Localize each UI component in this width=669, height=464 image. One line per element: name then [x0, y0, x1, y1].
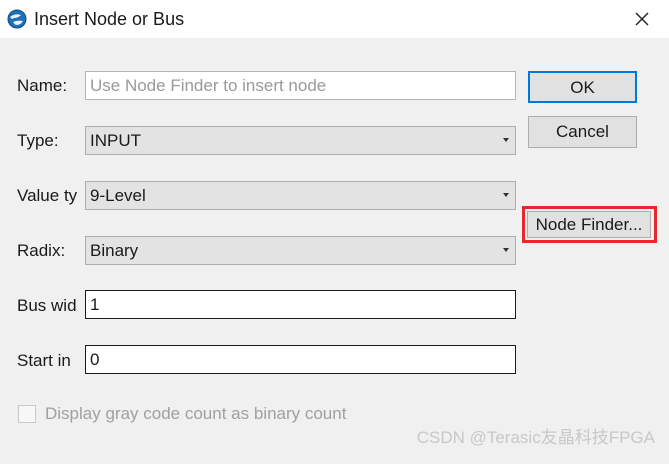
name-label: Name:	[17, 76, 68, 95]
gray-code-checkbox[interactable]	[18, 405, 36, 423]
value-type-select[interactable]: 9-Level	[85, 181, 516, 210]
quartus-globe-icon	[7, 9, 27, 29]
start-index-label: Start in	[17, 351, 71, 370]
value-type-label: Value ty	[17, 186, 77, 205]
insert-node-dialog: Insert Node or Bus Name: Use Node Finder…	[0, 0, 669, 464]
radix-selected-value: Binary	[90, 241, 139, 260]
type-select[interactable]: INPUT	[85, 126, 516, 155]
start-index-input[interactable]: 0	[85, 345, 516, 374]
bus-width-label: Bus wid	[17, 296, 77, 315]
ok-button[interactable]: OK	[528, 71, 637, 103]
chevron-down-icon	[503, 193, 509, 197]
radix-label: Radix:	[17, 241, 66, 260]
node-finder-button[interactable]: Node Finder...	[527, 211, 651, 238]
type-selected-value: INPUT	[90, 131, 141, 150]
chevron-down-icon	[503, 248, 509, 252]
start-index-value: 0	[90, 350, 100, 369]
chevron-down-icon	[503, 138, 509, 142]
window-title: Insert Node or Bus	[34, 9, 185, 29]
watermark: CSDN @Terasic友晶科技FPGA	[416, 428, 655, 447]
value-type-selected-value: 9-Level	[90, 186, 146, 205]
type-label: Type:	[17, 131, 59, 150]
bus-width-value: 1	[90, 295, 100, 314]
close-icon[interactable]	[629, 7, 655, 31]
radix-select[interactable]: Binary	[85, 236, 516, 265]
name-input[interactable]: Use Node Finder to insert node	[85, 71, 516, 100]
bus-width-input[interactable]: 1	[85, 290, 516, 319]
title-bar: Insert Node or Bus	[0, 0, 669, 38]
name-placeholder: Use Node Finder to insert node	[90, 76, 327, 95]
cancel-button[interactable]: Cancel	[528, 116, 637, 148]
gray-code-checkbox-label: Display gray code count as binary count	[45, 404, 347, 423]
